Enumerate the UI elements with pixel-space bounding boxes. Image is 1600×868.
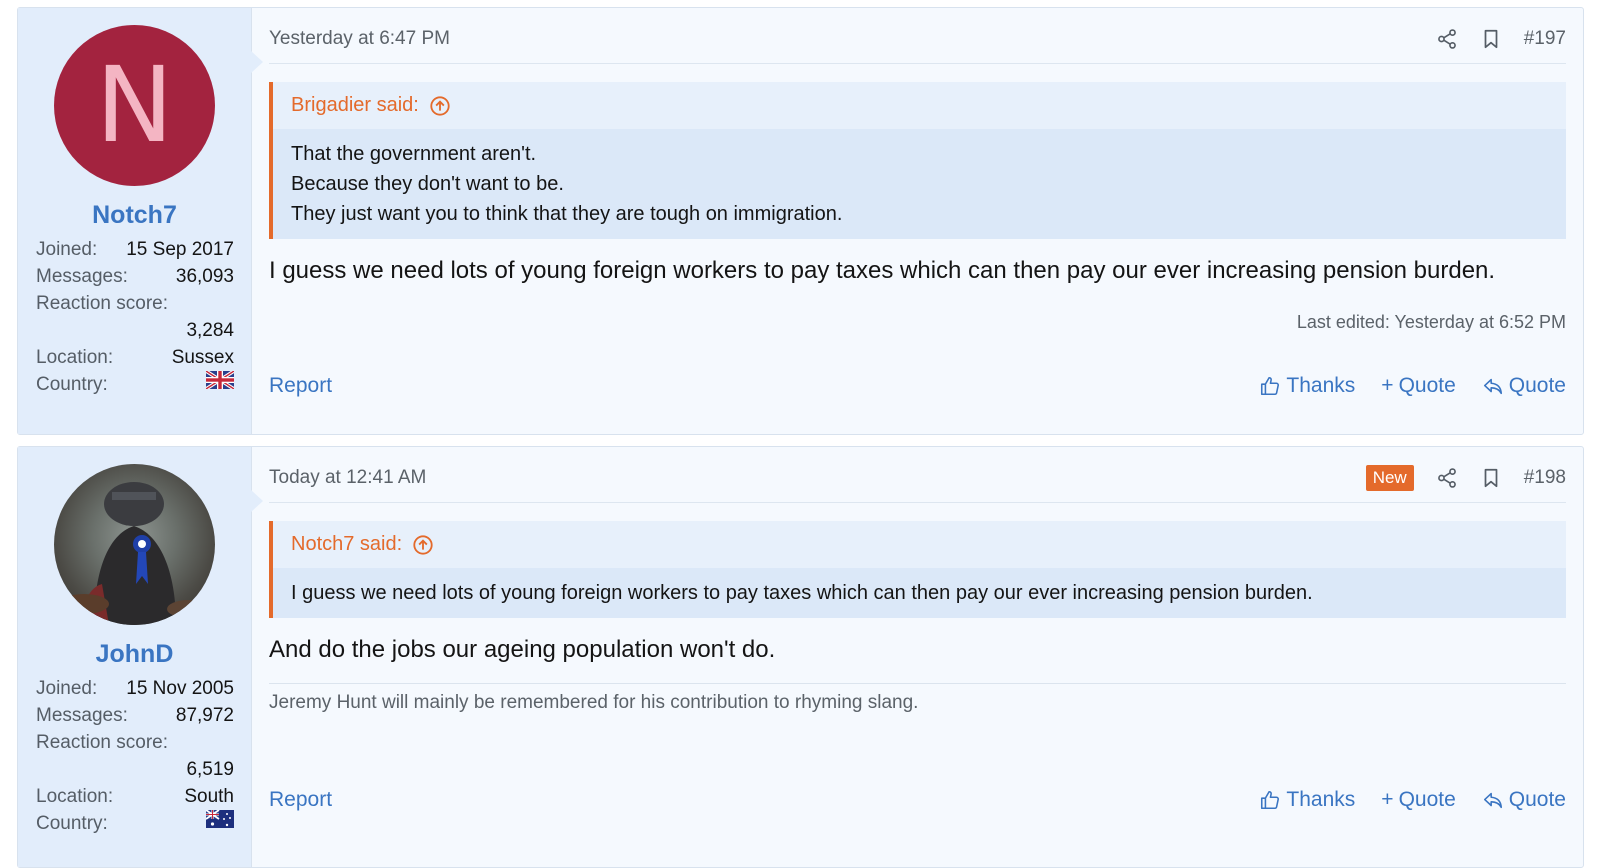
- quote-line: That the government aren't.: [291, 143, 537, 165]
- location-value[interactable]: Sussex: [172, 344, 234, 371]
- post-message: I guess we need lots of young foreign wo…: [269, 257, 1496, 284]
- share-icon[interactable]: [1436, 28, 1458, 50]
- joined-value: 15 Nov 2005: [126, 678, 234, 699]
- avatar[interactable]: [54, 464, 215, 625]
- post-197: N Notch7 Joined: 15 Sep 2017 Messages: 36,…: [17, 7, 1584, 435]
- thumbs-up-icon: [1261, 376, 1280, 396]
- arrow-up-circle-icon[interactable]: [412, 534, 434, 556]
- reply-quote-button[interactable]: Quote: [1482, 788, 1566, 812]
- thanks-button[interactable]: Thanks: [1259, 788, 1355, 812]
- thumbs-up-icon: [1261, 790, 1280, 810]
- plus-icon: +: [1381, 374, 1394, 397]
- post-header: Yesterday at 6:47 PM #197: [269, 15, 1566, 64]
- post-main: Yesterday at 6:47 PM #197 Brigadier said…: [252, 8, 1583, 434]
- reply-icon: [1483, 378, 1502, 395]
- reaction-value: 6,519: [186, 759, 234, 780]
- quote-body: I guess we need lots of young foreign wo…: [273, 568, 1566, 618]
- post-date[interactable]: Today at 12:41 AM: [269, 467, 1366, 489]
- reply-label: Quote: [1508, 374, 1566, 397]
- quote-line: They just want you to think that they ar…: [291, 203, 843, 225]
- reply-quote-button[interactable]: Quote: [1482, 374, 1566, 398]
- blockquote: Brigadier said: That the government aren…: [269, 82, 1566, 239]
- post-number[interactable]: #197: [1524, 28, 1566, 50]
- thanks-button[interactable]: Thanks: [1259, 374, 1355, 398]
- avatar[interactable]: N: [54, 25, 215, 186]
- post-footer: Report Thanks + Quote Quote: [269, 374, 1566, 398]
- report-link[interactable]: Report: [269, 374, 1259, 398]
- share-icon[interactable]: [1436, 467, 1458, 489]
- quote-line: I guess we need lots of young foreign wo…: [291, 582, 1313, 604]
- joined-value: 15 Sep 2017: [126, 239, 234, 260]
- bookmark-icon[interactable]: [1480, 28, 1502, 50]
- user-panel: JohnD Joined: 15 Nov 2005 Messages: 87,972…: [18, 447, 263, 867]
- user-panel: N Notch7 Joined: 15 Sep 2017 Messages: 36,…: [18, 8, 263, 434]
- post-number[interactable]: #198: [1524, 467, 1566, 489]
- avatar-photo: [59, 482, 211, 625]
- post-footer: Report Thanks + Quote Quote: [269, 788, 1566, 812]
- messages-value[interactable]: 36,093: [176, 263, 234, 290]
- username[interactable]: Notch7: [18, 201, 251, 230]
- multiquote-label: Quote: [1398, 374, 1456, 397]
- bookmark-icon[interactable]: [1480, 467, 1502, 489]
- australia-flag-icon: [206, 810, 234, 828]
- user-stats: Joined: 15 Sep 2017 Messages: 36,093 React…: [36, 236, 234, 398]
- joined-label: Joined:: [36, 239, 98, 260]
- location-label: Location:: [36, 347, 114, 368]
- post-message: And do the jobs our ageing population wo…: [269, 636, 776, 663]
- location-value[interactable]: South: [184, 783, 234, 810]
- reaction-label: Reaction score:: [36, 732, 169, 753]
- post-main: Today at 12:41 AM New #198 Notch7 said:: [252, 447, 1583, 867]
- reply-icon: [1483, 792, 1502, 809]
- arrow-up-circle-icon[interactable]: [429, 95, 451, 117]
- multiquote-button[interactable]: + Quote: [1381, 788, 1455, 812]
- quote-header[interactable]: Notch7 said:: [273, 521, 1566, 568]
- joined-label: Joined:: [36, 678, 98, 699]
- messages-label: Messages:: [36, 266, 128, 287]
- post-date[interactable]: Yesterday at 6:47 PM: [269, 28, 1436, 50]
- user-stats: Joined: 15 Nov 2005 Messages: 87,972 React…: [36, 675, 234, 837]
- messages-value[interactable]: 87,972: [176, 702, 234, 729]
- country-label: Country:: [36, 374, 108, 395]
- multiquote-button[interactable]: + Quote: [1381, 374, 1455, 398]
- report-link[interactable]: Report: [269, 788, 1259, 812]
- new-badge: New: [1365, 465, 1414, 491]
- quote-header[interactable]: Brigadier said:: [273, 82, 1566, 129]
- last-edited: Last edited: Yesterday at 6:52 PM: [1296, 312, 1566, 332]
- uk-flag-icon: [206, 371, 234, 389]
- quote-author[interactable]: Brigadier said:: [291, 94, 419, 117]
- reaction-label: Reaction score:: [36, 293, 169, 314]
- messages-label: Messages:: [36, 705, 128, 726]
- blockquote: Notch7 said: I guess we need lots of you…: [269, 521, 1566, 618]
- post-header: Today at 12:41 AM New #198: [269, 454, 1566, 503]
- location-label: Location:: [36, 786, 114, 807]
- multiquote-label: Quote: [1398, 788, 1456, 811]
- signature: Jeremy Hunt will mainly be remembered fo…: [269, 683, 1566, 714]
- quote-body: That the government aren't. Because they…: [273, 129, 1566, 239]
- country-label: Country:: [36, 813, 108, 834]
- quote-line: Because they don't want to be.: [291, 173, 564, 195]
- thanks-label: Thanks: [1286, 788, 1356, 811]
- reaction-value: 3,284: [186, 320, 234, 341]
- thanks-label: Thanks: [1286, 374, 1356, 397]
- username[interactable]: JohnD: [18, 640, 251, 669]
- quote-author[interactable]: Notch7 said:: [291, 533, 402, 556]
- reply-label: Quote: [1508, 788, 1566, 811]
- plus-icon: +: [1381, 788, 1394, 811]
- post-198: JohnD Joined: 15 Nov 2005 Messages: 87,972…: [17, 446, 1584, 868]
